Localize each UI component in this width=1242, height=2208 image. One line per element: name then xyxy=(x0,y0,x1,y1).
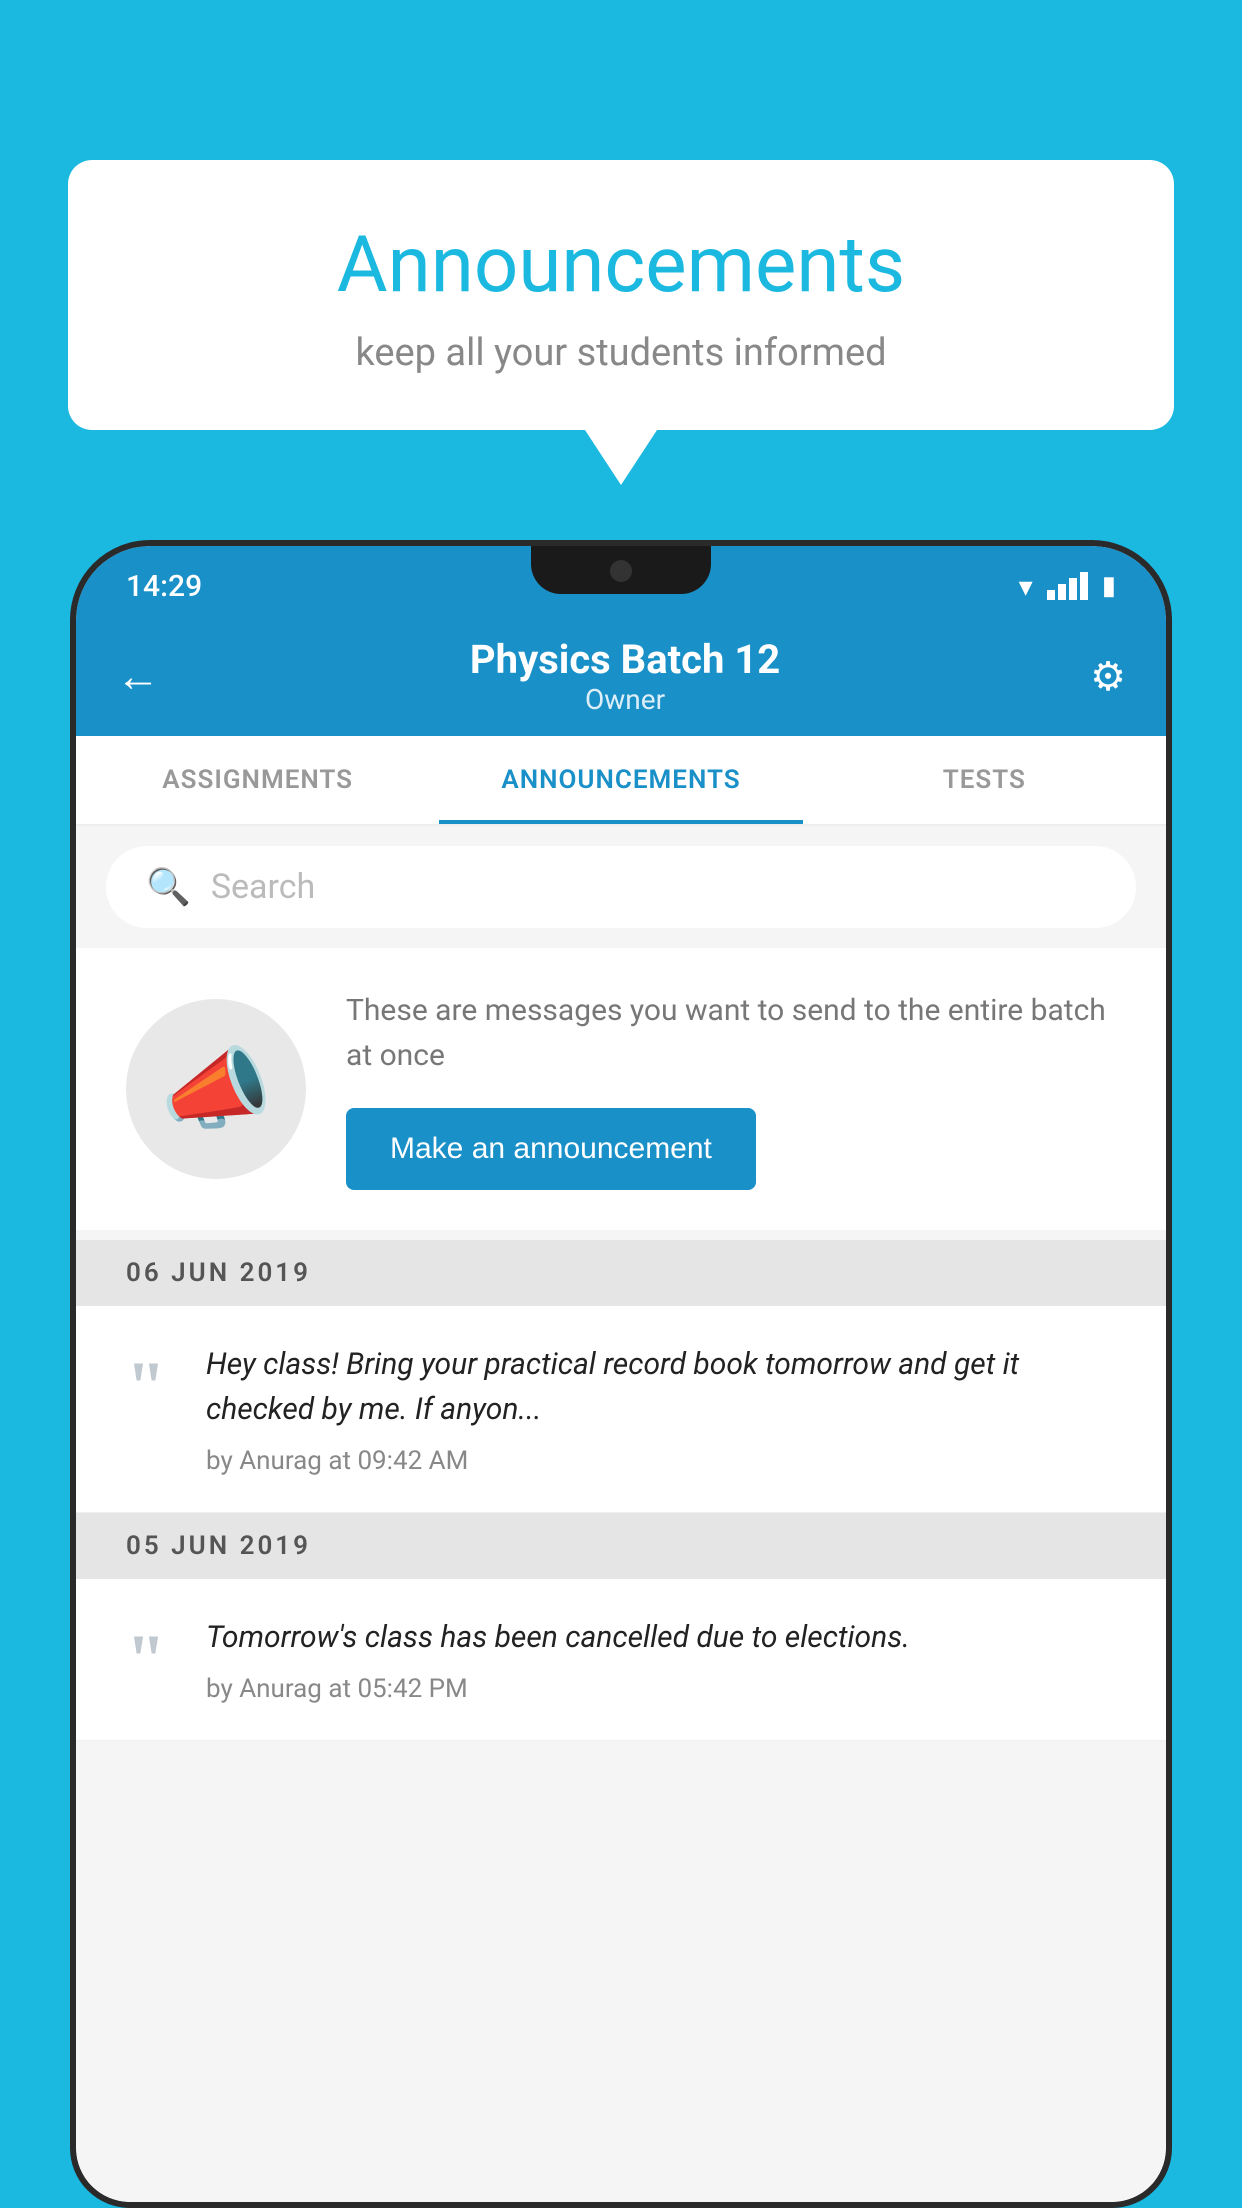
announce-right: These are messages you want to send to t… xyxy=(346,988,1116,1190)
announcement-text-2: Tomorrow's class has been cancelled due … xyxy=(206,1615,1116,1660)
power-button xyxy=(1166,766,1172,906)
content-area: 🔍 Search 📣 These are messages you want t… xyxy=(76,826,1166,2202)
bubble-subtitle: keep all your students informed xyxy=(148,331,1094,375)
megaphone-icon: 📣 xyxy=(160,1037,272,1142)
header-center: Physics Batch 12 Owner xyxy=(470,636,780,716)
settings-button[interactable]: ⚙ xyxy=(1090,653,1126,700)
back-button[interactable]: ← xyxy=(116,650,160,702)
phone-screen: 14:29 ▾ ▮ ← Physics Batch 12 Owner ⚙ xyxy=(76,546,1166,2202)
search-icon: 🔍 xyxy=(146,866,191,908)
quote-icon-2: " xyxy=(126,1635,166,1685)
announcement-meta-2: by Anurag at 05:42 PM xyxy=(206,1674,1116,1704)
search-placeholder: Search xyxy=(211,867,315,907)
tabs: ASSIGNMENTS ANNOUNCEMENTS TESTS xyxy=(76,736,1166,826)
announcement-meta-1: by Anurag at 09:42 AM xyxy=(206,1446,1116,1476)
phone-frame: 14:29 ▾ ▮ ← Physics Batch 12 Owner ⚙ xyxy=(70,540,1172,2208)
battery-icon: ▮ xyxy=(1102,571,1116,601)
status-time: 14:29 xyxy=(126,569,202,604)
tab-tests[interactable]: TESTS xyxy=(803,736,1166,824)
app-header: ← Physics Batch 12 Owner ⚙ xyxy=(76,616,1166,736)
announcement-content-1: Hey class! Bring your practical record b… xyxy=(206,1342,1116,1476)
tab-assignments[interactable]: ASSIGNMENTS xyxy=(76,736,439,824)
announcement-item-1[interactable]: " Hey class! Bring your practical record… xyxy=(76,1306,1166,1513)
owner-label: Owner xyxy=(470,683,780,716)
quote-icon-1: " xyxy=(126,1362,166,1412)
wifi-icon: ▾ xyxy=(1019,570,1033,603)
status-icons: ▾ ▮ xyxy=(1019,570,1116,603)
make-announcement-button[interactable]: Make an announcement xyxy=(346,1108,756,1190)
announce-description: These are messages you want to send to t… xyxy=(346,988,1116,1078)
speech-bubble: Announcements keep all your students inf… xyxy=(68,160,1174,430)
signal-icon xyxy=(1047,572,1088,600)
camera xyxy=(610,560,632,582)
search-bar[interactable]: 🔍 Search xyxy=(106,846,1136,928)
date-separator-1: 06 JUN 2019 xyxy=(76,1240,1166,1306)
batch-title: Physics Batch 12 xyxy=(470,636,780,683)
announcement-content-2: Tomorrow's class has been cancelled due … xyxy=(206,1615,1116,1704)
announcement-text-1: Hey class! Bring your practical record b… xyxy=(206,1342,1116,1432)
announcement-prompt: 📣 These are messages you want to send to… xyxy=(76,948,1166,1230)
tab-announcements[interactable]: ANNOUNCEMENTS xyxy=(439,736,802,824)
announce-icon-circle: 📣 xyxy=(126,999,306,1179)
bubble-title: Announcements xyxy=(148,220,1094,311)
announcement-item-2[interactable]: " Tomorrow's class has been cancelled du… xyxy=(76,1579,1166,1741)
notch xyxy=(531,546,711,594)
date-separator-2: 05 JUN 2019 xyxy=(76,1513,1166,1579)
